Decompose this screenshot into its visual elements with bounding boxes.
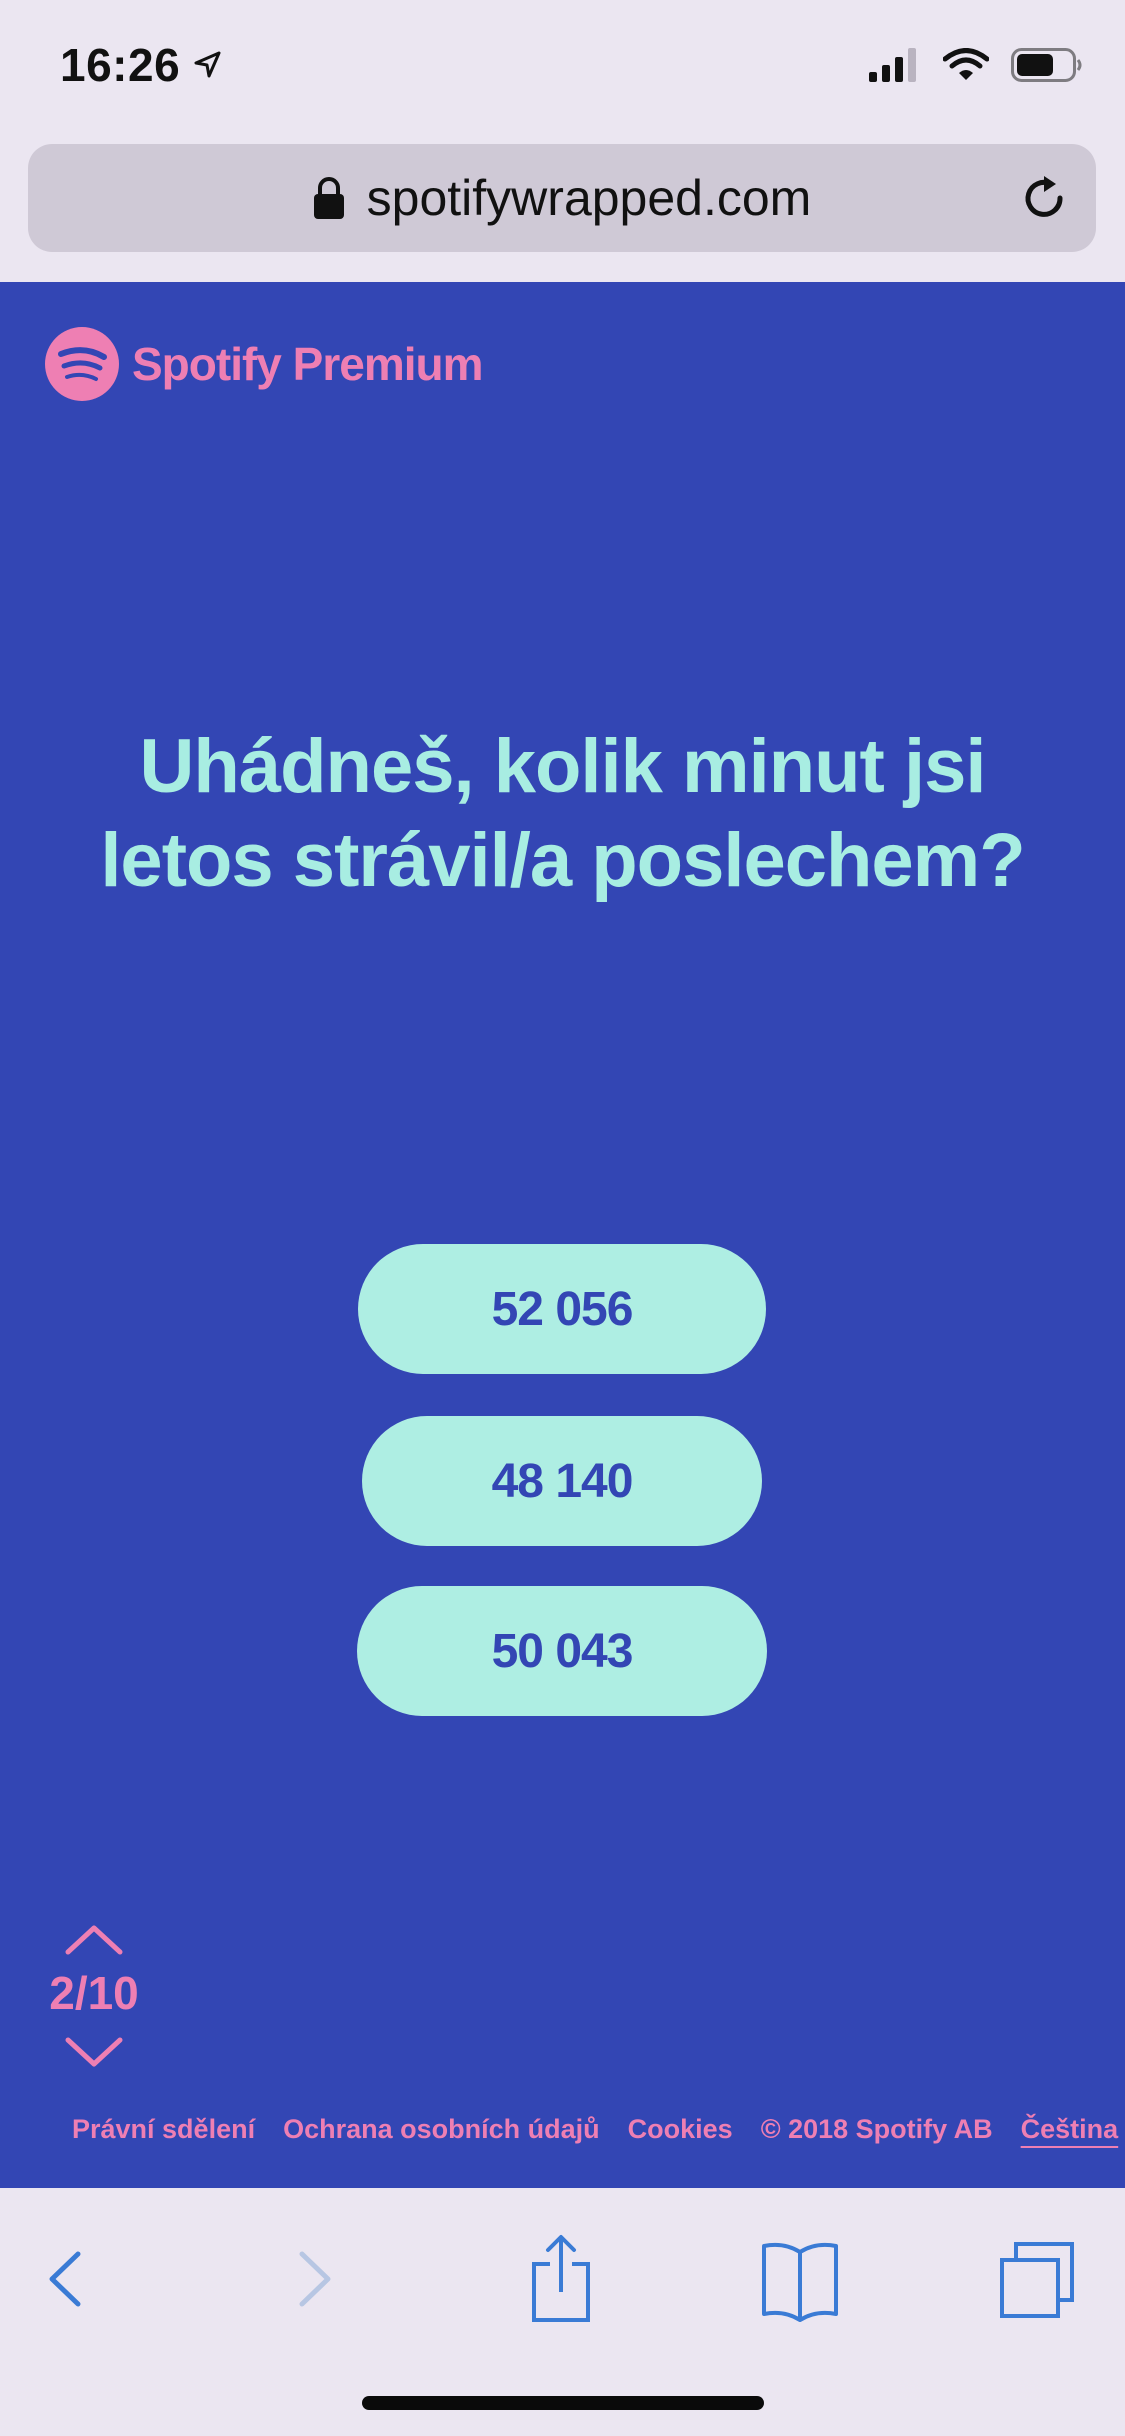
brand-name: Spotify Premium — [132, 338, 484, 390]
reload-icon[interactable] — [1018, 172, 1070, 224]
status-icons — [869, 48, 1083, 82]
privacy-link[interactable]: Ochrana osobních údajů — [283, 2114, 600, 2145]
lock-icon — [313, 177, 344, 219]
answer-option-3[interactable]: 50 043 — [357, 1586, 767, 1716]
chevron-up-icon[interactable] — [64, 1922, 124, 1956]
quiz-question: Uhádneš, kolik minut jsi letos strávil/a… — [100, 724, 1025, 903]
legal-link[interactable]: Právní sdělení — [72, 2114, 255, 2145]
time-label: 16:26 — [60, 39, 181, 91]
url-text[interactable]: spotifywrapped.com — [367, 169, 812, 227]
answer-option-2[interactable]: 48 140 — [362, 1416, 762, 1546]
spotify-icon — [45, 327, 119, 401]
address-bar[interactable]: spotifywrapped.com — [28, 144, 1096, 252]
slide-pager: 2/10 — [44, 1922, 144, 2122]
back-icon[interactable] — [42, 2234, 86, 2324]
share-icon[interactable] — [528, 2234, 594, 2324]
wrapped-page: Spotify Premium Uhádneš, kolik minut jsi… — [0, 282, 1125, 2188]
forward-icon[interactable] — [292, 2234, 336, 2324]
answer-option-1[interactable]: 52 056 — [358, 1244, 766, 1374]
chevron-down-icon[interactable] — [64, 2036, 124, 2070]
copyright-text: © 2018 Spotify AB — [760, 2114, 993, 2144]
tabs-icon[interactable] — [998, 2234, 1078, 2324]
spotify-logo[interactable]: Spotify Premium — [44, 326, 484, 402]
cookies-link[interactable]: Cookies — [628, 2114, 733, 2145]
bookmarks-icon[interactable] — [760, 2234, 840, 2324]
address-content: spotifywrapped.com — [28, 144, 1096, 252]
language-link[interactable]: Čeština — [1021, 2114, 1119, 2145]
location-arrow-icon — [194, 51, 221, 78]
battery-icon — [1011, 48, 1082, 82]
wifi-icon — [943, 48, 989, 80]
home-indicator — [362, 2396, 764, 2410]
status-bar: 16:26 — [0, 0, 1125, 136]
signal-icon — [869, 48, 916, 82]
status-time: 16:26 — [60, 38, 222, 92]
footer-links: Právní sdělení Ochrana osobních údajů Co… — [72, 2114, 1118, 2145]
slide-counter: 2/10 — [49, 1967, 139, 2019]
